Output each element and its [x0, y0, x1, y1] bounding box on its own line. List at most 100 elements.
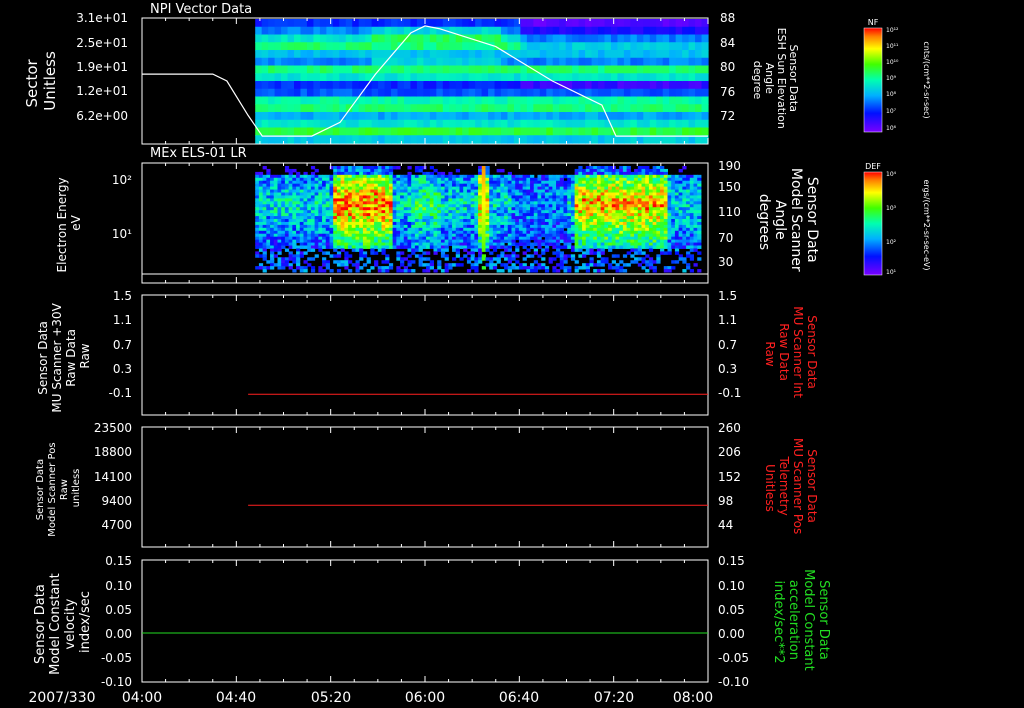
energy-heat-cell	[533, 251, 538, 255]
energy-heat-cell	[440, 248, 446, 252]
energy-heat-cell	[374, 263, 379, 267]
energy-heat-cell	[556, 227, 561, 232]
energy-heat-cell	[374, 210, 379, 214]
sector-heat-cell	[352, 127, 360, 136]
energy-heat-cell	[385, 195, 390, 199]
energy-heat-cell	[652, 207, 657, 211]
sector-heat-cell	[345, 119, 353, 129]
energy-heat-cell	[596, 198, 602, 202]
energy-heat-cell	[574, 168, 579, 173]
energy-heat-cell	[388, 242, 394, 246]
sector-heat-cell	[623, 19, 631, 28]
energy-heat-cell	[444, 186, 449, 191]
energy-heat-cell	[641, 195, 646, 199]
sector-heat-cell	[701, 73, 709, 82]
energy-heat-cell	[630, 192, 635, 196]
energy-heat-cell	[359, 236, 364, 241]
energy-heat-cell	[452, 213, 457, 217]
sector-heat-cell	[526, 119, 534, 129]
energy-heat-cell	[322, 269, 327, 273]
energy-heat-cell	[615, 227, 620, 232]
energy-heat-cell	[492, 219, 498, 223]
energy-heat-cell	[370, 233, 375, 238]
sector-heat-cell	[578, 135, 586, 144]
energy-heat-cell	[481, 213, 486, 217]
energy-heat-cell	[697, 245, 702, 249]
energy-heat-cell	[589, 263, 594, 267]
sector-heat-cell	[539, 65, 547, 74]
energy-heat-cell	[626, 213, 631, 217]
energy-heat-cell	[344, 245, 349, 249]
energy-heat-cell	[374, 177, 379, 182]
energy-heat-cell	[474, 227, 479, 232]
energy-heat-cell	[273, 254, 278, 258]
energy-heat-cell	[403, 230, 408, 235]
sector-heat-cell	[378, 112, 386, 121]
energy-heat-cell	[452, 180, 457, 185]
energy-heat-cell	[318, 177, 323, 182]
energy-heat-cell	[359, 183, 364, 188]
energy-heat-cell	[511, 195, 516, 199]
energy-heat-cell	[470, 180, 475, 185]
energy-heat-cell	[374, 224, 379, 229]
energy-heat-cell	[270, 186, 275, 191]
energy-heat-cell	[478, 239, 483, 244]
energy-heat-cell	[459, 216, 464, 220]
energy-heat-cell	[366, 221, 371, 226]
energy-heat-cell	[388, 204, 394, 208]
energy-heat-cell	[381, 245, 386, 249]
sector-heat-cell	[513, 104, 522, 113]
energy-heat-cell	[388, 174, 394, 179]
sector-heat-cell	[455, 19, 463, 28]
energy-heat-cell	[381, 236, 386, 241]
sector-heat-cell	[507, 26, 515, 36]
sector-heat-cell	[429, 96, 437, 105]
energy-heat-cell	[359, 213, 364, 217]
energy-heat-cell	[322, 207, 327, 211]
energy-heat-cell	[411, 204, 416, 208]
sector-heat-cell	[695, 26, 703, 36]
sector-heat-cell	[358, 127, 366, 136]
energy-heat-cell	[407, 221, 412, 226]
energy-heat-cell	[600, 224, 605, 229]
energy-heat-cell	[273, 233, 278, 238]
energy-heat-cell	[448, 174, 453, 179]
sector-heat-cell	[403, 73, 412, 82]
energy-heat-cell	[466, 204, 472, 208]
sector-heat-cell	[578, 112, 586, 121]
sector-heat-cell	[585, 135, 593, 144]
sector-heat-cell	[572, 65, 580, 74]
energy-heat-cell	[474, 174, 479, 179]
energy-heat-cell	[426, 236, 431, 241]
energy-heat-cell	[344, 183, 349, 188]
sector-heat-cell	[494, 73, 502, 82]
energy-heat-cell	[336, 233, 342, 238]
energy-heat-cell	[637, 251, 642, 255]
energy-heat-cell	[537, 254, 542, 258]
energy-heat-cell	[641, 186, 646, 191]
energy-heat-cell	[414, 230, 420, 235]
energy-heat-cell	[637, 257, 642, 261]
sector-heat-cell	[513, 135, 522, 144]
energy-heat-cell	[641, 168, 646, 173]
sector-heat-cell	[306, 73, 315, 82]
energy-heat-cell	[407, 177, 412, 182]
energy-heat-cell	[686, 254, 691, 258]
energy-heat-cell	[578, 216, 583, 220]
energy-heat-cell	[645, 230, 650, 235]
energy-heat-cell	[374, 198, 379, 202]
energy-heat-cell	[585, 195, 590, 199]
energy-heat-cell	[507, 201, 512, 205]
energy-heat-cell	[299, 189, 304, 193]
energy-heat-cell	[385, 171, 390, 176]
energy-heat-cell	[455, 189, 460, 193]
energy-heat-cell	[452, 186, 457, 191]
energy-heat-cell	[381, 168, 386, 173]
energy-heat-cell	[604, 192, 609, 196]
sector-heat-cell	[332, 57, 340, 67]
sector-heat-cell	[539, 104, 547, 113]
energy-heat-cell	[340, 198, 345, 202]
energy-heat-cell	[515, 224, 520, 229]
energy-heat-cell	[333, 219, 338, 223]
energy-heat-cell	[481, 204, 486, 208]
